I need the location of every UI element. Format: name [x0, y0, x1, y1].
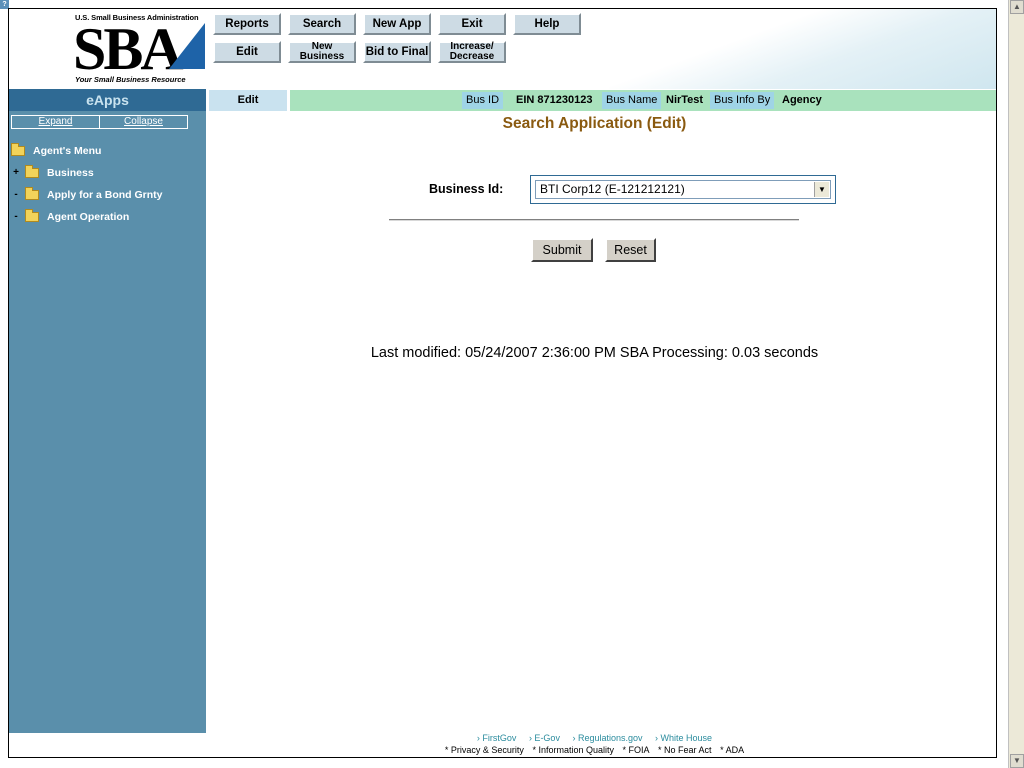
business-id-select[interactable]: BTI Corp12 (E-121212121) ▼ [530, 175, 836, 204]
business-id-selected-text: BTI Corp12 (E-121212121) [540, 182, 685, 196]
footer-privacy-link[interactable]: * Privacy & Security [445, 745, 524, 755]
business-info-bar: Bus ID EIN 871230123 Bus Name NirTest Bu… [290, 90, 996, 111]
submit-button[interactable]: Submit [531, 238, 593, 262]
footer-info-quality-link[interactable]: * Information Quality [532, 745, 614, 755]
expand-plus-icon[interactable]: + [11, 165, 21, 181]
nav-search-button[interactable]: Search [288, 13, 356, 35]
nav-new-app-button[interactable]: New App [363, 13, 431, 35]
expand-collapse-row: Expand Collapse [11, 115, 188, 129]
bus-id-label: Bus ID [462, 92, 504, 109]
tab-edit[interactable]: Edit [209, 90, 287, 111]
folder-open-icon [25, 187, 39, 200]
collapse-minus-icon[interactable]: - [11, 209, 21, 225]
footer-ada-link[interactable]: * ADA [720, 745, 744, 755]
footer-no-fear-link[interactable]: * No Fear Act [658, 745, 712, 755]
collapse-link[interactable]: Collapse [100, 116, 187, 128]
nav-edit-button[interactable]: Edit [213, 41, 281, 63]
eapps-title: eApps [9, 89, 206, 111]
scroll-up-icon[interactable]: ▲ [1010, 0, 1024, 14]
nav-help-button[interactable]: Help [513, 13, 581, 35]
sidebar-item-label: Agent Operation [47, 211, 130, 223]
nav-reports-button[interactable]: Reports [213, 13, 281, 35]
bus-info-by-label: Bus Info By [710, 92, 775, 109]
footer-foia-link[interactable]: * FOIA [623, 745, 650, 755]
sidebar-item-label: Business [47, 167, 94, 179]
chevron-down-icon[interactable]: ▼ [814, 182, 829, 197]
app-frame: U.S. Small Business Administration SBA Y… [8, 8, 997, 758]
divider [389, 219, 799, 221]
nav-new-business-button[interactable]: New Business [288, 41, 356, 63]
logo-wedge-shape [169, 23, 205, 69]
expand-link[interactable]: Expand [12, 116, 100, 128]
folder-open-icon [11, 143, 25, 156]
last-modified-text: Last modified: 05/24/2007 2:36:00 PM SBA… [370, 345, 819, 361]
sidebar: Expand Collapse Agent's Menu + Business … [9, 111, 206, 733]
page-title: Search Application (Edit) [502, 115, 687, 132]
folder-open-icon [25, 209, 39, 222]
ein-value: EIN 871230123 [516, 94, 593, 106]
header-decoration [609, 9, 996, 89]
logo-sba-text: SBA [73, 16, 184, 82]
footer-link-firstgov[interactable]: › FirstGov [477, 733, 517, 743]
nav-increase-decrease-button[interactable]: Increase/ Decrease [438, 41, 506, 63]
sidebar-item-label: Apply for a Bond Grnty [47, 189, 163, 201]
sidebar-item-label: Agent's Menu [33, 145, 102, 157]
collapse-minus-icon[interactable]: - [11, 187, 21, 203]
sidebar-item-agents-menu[interactable]: Agent's Menu [11, 143, 101, 159]
scroll-down-icon[interactable]: ▼ [1010, 754, 1024, 768]
folder-icon [25, 165, 39, 178]
sba-logo[interactable]: U.S. Small Business Administration SBA Y… [9, 9, 209, 88]
vertical-scrollbar[interactable]: ▲ ▼ [1008, 0, 1024, 768]
bus-info-by-value: Agency [782, 94, 822, 106]
nav-exit-button[interactable]: Exit [438, 13, 506, 35]
business-id-value[interactable]: BTI Corp12 (E-121212121) ▼ [535, 180, 831, 199]
sidebar-item-apply-bond[interactable]: - Apply for a Bond Grnty [11, 187, 163, 203]
bus-name-label: Bus Name [602, 92, 662, 109]
sidebar-item-agent-operation[interactable]: - Agent Operation [11, 209, 129, 225]
footer-policy-links: * Privacy & Security * Information Quali… [209, 745, 980, 755]
business-id-label: Business Id: [429, 182, 504, 196]
reset-button[interactable]: Reset [605, 238, 656, 262]
footer-link-egov[interactable]: › E-Gov [529, 733, 560, 743]
bus-name-value: NirTest [666, 94, 704, 106]
nav-bid-to-final-button[interactable]: Bid to Final [363, 41, 431, 63]
logo-tagline: Your Small Business Resource [75, 75, 186, 84]
footer-link-whitehouse[interactable]: › White House [655, 733, 712, 743]
sidebar-item-business[interactable]: + Business [11, 165, 94, 181]
footer-links: › FirstGov › E-Gov › Regulations.gov › W… [209, 733, 980, 743]
footer-link-regulations[interactable]: › Regulations.gov [572, 733, 642, 743]
